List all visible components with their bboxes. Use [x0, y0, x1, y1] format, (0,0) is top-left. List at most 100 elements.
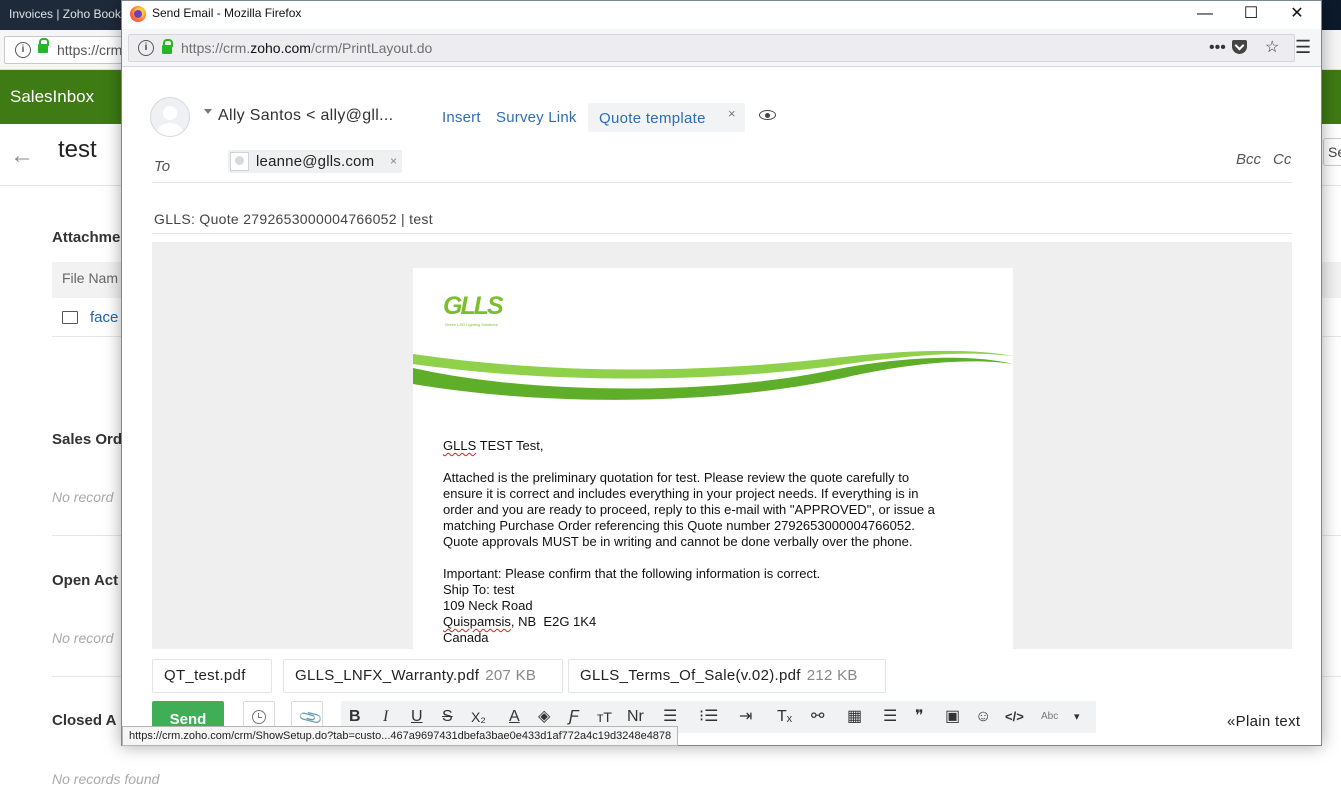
underline-icon[interactable]: U [411, 706, 423, 728]
attachment-name: GLLS_Terms_Of_Sale(v.02).pdf [580, 667, 801, 684]
subject-field[interactable]: GLLS: Quote 2792653000004766052 | test [154, 211, 433, 227]
info-icon[interactable]: i [138, 40, 154, 56]
bold-icon[interactable]: B [349, 706, 361, 728]
cc-button[interactable]: Cc [1273, 151, 1291, 168]
attachment-chip[interactable]: QT_test.pdf [152, 659, 272, 693]
insert-image-icon[interactable]: ▣ [945, 706, 960, 728]
spellcheck-icon[interactable]: Abc [1041, 706, 1058, 728]
menu-icon[interactable]: ☰ [1295, 37, 1311, 58]
background-url-text: https://crm [57, 42, 123, 58]
attachments-heading: Attachme [52, 229, 121, 246]
background-right-button[interactable]: Se [1323, 138, 1341, 166]
firefox-logo-icon [130, 6, 146, 22]
font-family-icon[interactable]: Ƒ [569, 706, 579, 728]
remove-template-icon[interactable]: × [728, 106, 736, 121]
more-options-icon[interactable]: ▾ [1074, 706, 1080, 728]
greeting-line: GLLS TEST Test, [443, 438, 988, 454]
url-domain: zoho.com [250, 40, 311, 56]
important-line: Important: Please confirm that the follo… [443, 566, 821, 581]
from-dropdown-caret-icon[interactable] [204, 109, 212, 114]
attachment-size: 212 KB [806, 667, 858, 684]
bookmark-star-icon[interactable]: ☆ [1265, 38, 1279, 58]
glls-logo-wordmark: GLLS [443, 292, 504, 320]
close-window-button[interactable]: ✕ [1274, 1, 1320, 29]
attachment-file-name[interactable]: face [90, 309, 118, 326]
letter-line: ensure it is correct and includes everyt… [443, 486, 919, 501]
strikethrough-icon[interactable]: S [442, 706, 453, 728]
subscript-icon[interactable]: X₂ [471, 706, 486, 728]
link-icon[interactable]: ⚯ [811, 706, 824, 728]
email-letter[interactable]: GLLS Green LED Lighting Solutions GLLS T… [413, 268, 1013, 649]
link-status-bar: https://crm.zoho.com/crm/ShowSetup.do?ta… [122, 726, 679, 746]
bullet-list-icon[interactable]: ⁝☰ [699, 706, 718, 728]
align-icon[interactable]: ☰ [663, 706, 677, 728]
quote-template-chip[interactable]: Quote template × [588, 103, 745, 132]
insert-link[interactable]: Insert [442, 109, 481, 126]
info-icon[interactable]: i [15, 42, 31, 58]
ship-to-line: Ship To: test [443, 582, 515, 597]
section-heading-open-activities: Open Act [52, 572, 119, 589]
salesinbox-brand[interactable]: SalesInbox [10, 87, 94, 107]
quote-icon[interactable]: ❞ [915, 706, 924, 728]
window-title: Send Email - Mozilla Firefox [152, 6, 302, 20]
greeting-rest: TEST Test, [476, 438, 544, 453]
image-file-icon [62, 311, 78, 324]
plain-text-toggle[interactable]: «Plain text [1227, 713, 1300, 730]
from-address[interactable]: Ally Santos < ally@gll... [218, 107, 393, 125]
background-tab[interactable]: Invoices | Zoho Book [0, 0, 122, 30]
fill-color-icon[interactable]: ◈ [538, 706, 550, 728]
letter-line: Quote approvals MUST be in writing and c… [443, 534, 913, 549]
section-empty-open-activities: No record [52, 630, 114, 646]
lock-icon [162, 39, 173, 54]
paragraph-format-icon[interactable]: Nr [627, 706, 644, 728]
minimize-button[interactable]: — [1182, 1, 1228, 29]
window-url-bar: i https://crm.zoho.com/crm/PrintLayout.d… [122, 29, 1321, 67]
maximize-button[interactable]: ☐ [1228, 1, 1274, 29]
section-heading-sales-orders: Sales Ord [52, 431, 123, 448]
remove-recipient-icon[interactable]: × [390, 154, 397, 168]
indent-icon[interactable]: ⇥ [739, 706, 752, 728]
letter-text: GLLS TEST Test, Attached is the prelimin… [443, 438, 988, 646]
attachment-chip[interactable]: GLLS_Terms_Of_Sale(v.02).pdf 212 KB [568, 659, 886, 693]
emoji-icon[interactable]: ☺ [975, 706, 991, 728]
letter-line: order and you are ready to proceed, repl… [443, 502, 935, 517]
window-url-field[interactable]: i https://crm.zoho.com/crm/PrintLayout.d… [128, 34, 1295, 62]
table-icon[interactable]: ▦ [847, 706, 862, 728]
section-empty-closed-activities: No records found [52, 771, 160, 787]
url-path: /crm/PrintLayout.do [310, 40, 433, 56]
attachment-chip[interactable]: GLLS_LNFX_Warranty.pdf 207 KB [283, 659, 563, 693]
sender-avatar [150, 97, 190, 137]
recipient-chip[interactable]: leanne@glls.com × [228, 150, 402, 173]
email-body-editor[interactable]: GLLS Green LED Lighting Solutions GLLS T… [152, 242, 1292, 649]
source-code-icon[interactable]: </> [1005, 706, 1024, 728]
section-empty-sales-orders: No record [52, 489, 114, 505]
eye-pupil [765, 113, 770, 118]
city-line: Quispamsis, NB E2G 1K4 [443, 614, 988, 630]
clock-icon [252, 710, 266, 724]
horizontal-rule-icon[interactable]: ☰ [883, 706, 897, 728]
font-color-icon[interactable]: A [509, 706, 520, 728]
recipient-avatar [230, 152, 249, 171]
survey-link-button[interactable]: Survey Link [496, 109, 577, 126]
attachment-size: 207 KB [485, 667, 537, 684]
back-arrow-icon[interactable]: ← [10, 142, 34, 170]
to-label: To [154, 158, 171, 175]
clear-format-icon[interactable]: Tₓ [777, 706, 792, 728]
attachment-name: QT_test.pdf [164, 667, 246, 684]
file-name-column: File Nam [62, 270, 119, 286]
record-title: test [58, 136, 97, 163]
country-line: Canada [443, 630, 489, 645]
city-name: Quispamsis [443, 614, 511, 629]
glls-logo: GLLS Green LED Lighting Solutions [443, 292, 504, 327]
quote-template-label[interactable]: Quote template [599, 110, 706, 127]
preview-eye-icon[interactable] [758, 105, 780, 125]
attachment-file-link[interactable]: face [62, 309, 118, 326]
window-titlebar: Send Email - Mozilla Firefox — ☐ ✕ [122, 1, 1321, 29]
green-swoosh-banner [413, 350, 1013, 400]
subject-divider [152, 233, 1292, 234]
lock-icon [38, 38, 49, 53]
font-size-icon[interactable]: тT [597, 706, 612, 728]
italic-icon[interactable]: I [383, 706, 388, 728]
bcc-button[interactable]: Bcc [1236, 151, 1261, 168]
more-actions-icon[interactable]: ••• [1209, 38, 1226, 58]
